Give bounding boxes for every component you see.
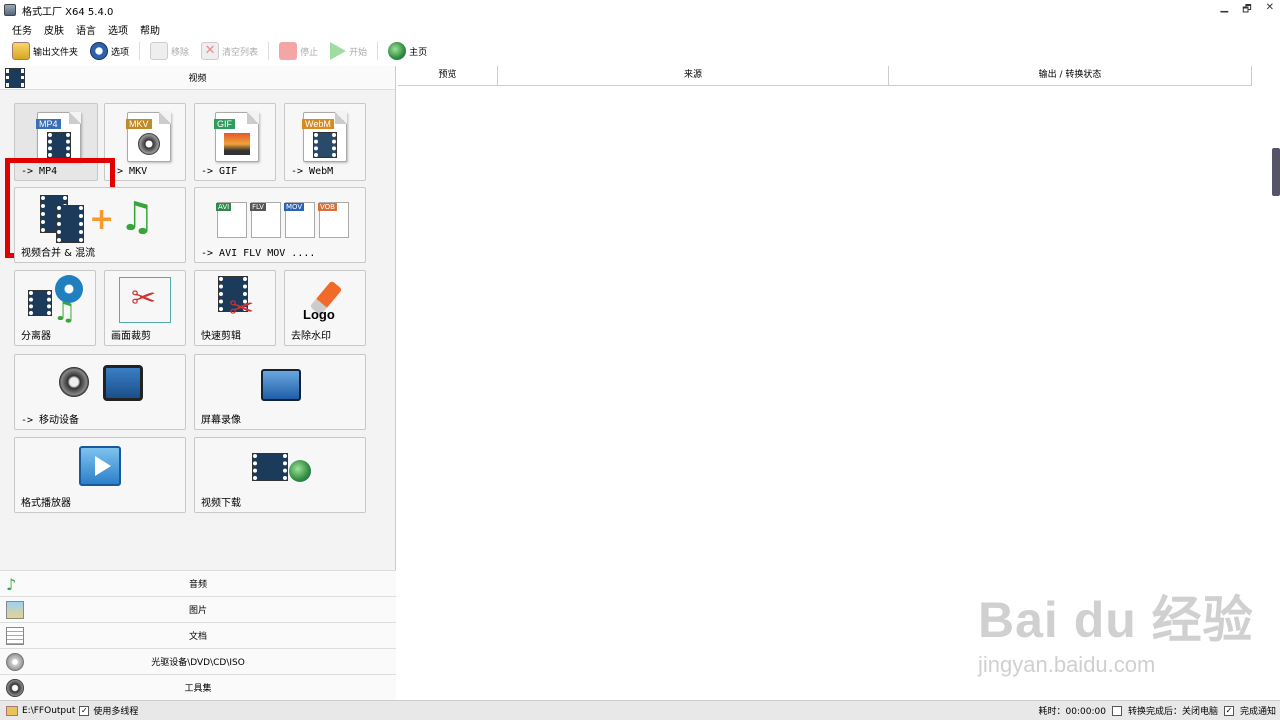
logo-text: Logo <box>303 307 335 322</box>
tile-gif[interactable]: GIF -> GIF <box>194 103 276 181</box>
toolbar: 输出文件夹 选项 移除 ✕ 清空列表 停止 开始 主页 <box>0 38 1280 64</box>
home-button[interactable]: 主页 <box>384 40 431 62</box>
scrollbar-handle[interactable] <box>1272 148 1280 196</box>
options-button[interactable]: 选项 <box>86 40 133 62</box>
notify-checkbox[interactable]: ✓ <box>1223 705 1234 716</box>
scissors-icon: ✂ <box>229 291 255 326</box>
webm-file-icon: WebM <box>302 112 347 162</box>
tile-merge[interactable]: + ♫ 视频合并 & 混流 <box>14 187 186 263</box>
column-preview[interactable]: 预览 <box>398 66 498 85</box>
menu-options[interactable]: 选项 <box>108 22 128 37</box>
avi-file-icon: AVI <box>216 202 247 238</box>
remove-button[interactable]: 移除 <box>146 40 193 62</box>
music-note-icon: ♫ <box>119 194 155 240</box>
baidu-jingyan-watermark: Bai du 经验 jingyan.baidu.com <box>978 592 1254 677</box>
remove-icon <box>150 42 169 60</box>
flv-file-icon: FLV <box>250 202 281 238</box>
clear-list-button[interactable]: ✕ 清空列表 <box>197 40 262 62</box>
tile-splitter[interactable]: ♫ 分离器 <box>14 270 96 346</box>
menu-task[interactable]: 任务 <box>12 22 32 37</box>
image-icon <box>6 601 24 619</box>
sunset-image-icon <box>224 133 250 155</box>
status-bar: E:\FFOutput ✓ 使用多线程 耗时：00:00:00 转换完成后：关闭… <box>0 700 1280 720</box>
multithread-checkbox[interactable]: ✓ <box>79 705 90 716</box>
start-button[interactable]: 开始 <box>326 40 371 62</box>
disc-drive-icon <box>6 653 24 671</box>
gif-file-icon: GIF <box>214 112 259 162</box>
clear-icon: ✕ <box>201 42 220 60</box>
disc-icon <box>138 133 160 155</box>
tile-download[interactable]: 视频下载 <box>194 437 366 513</box>
app-icon <box>4 4 16 16</box>
notify-label: 完成通知 <box>1239 707 1276 717</box>
vob-file-icon: VOB <box>318 202 349 238</box>
column-source[interactable]: 来源 <box>498 66 889 85</box>
speaker-icon <box>59 367 89 397</box>
stop-button[interactable]: 停止 <box>275 40 322 62</box>
output-folder-button[interactable]: 输出文件夹 <box>8 40 82 62</box>
output-path[interactable]: E:\FFOutput <box>22 706 75 716</box>
mov-file-icon: MOV <box>284 202 315 238</box>
column-output-status[interactable]: 输出 / 转换状态 <box>889 66 1252 85</box>
toolbox-icon <box>6 679 24 697</box>
section-document[interactable]: 文档 <box>0 622 396 648</box>
section-audio[interactable]: ♪ 音频 <box>0 570 396 596</box>
film-icon <box>56 205 84 243</box>
menu-help[interactable]: 帮助 <box>140 22 160 37</box>
play-icon <box>330 42 347 60</box>
tile-mobile[interactable]: -> 移动设备 <box>14 354 186 430</box>
options-icon <box>90 42 109 60</box>
task-list-panel: 预览 来源 输出 / 转换状态 Bai du 经验 jingyan.baidu.… <box>398 66 1280 700</box>
plus-icon: + <box>89 202 115 237</box>
music-note-icon: ♫ <box>53 297 77 327</box>
function-panel: 视频 MP4 -> MP4 MKV -> MKV GIF -> GIF WebM <box>0 66 396 700</box>
globe-icon <box>289 460 311 482</box>
tile-crop[interactable]: ✂ 画面裁剪 <box>104 270 186 346</box>
title-bar: 格式工厂 X64 5.4.0 ▁ 🗗 ✕ <box>0 0 1280 20</box>
tile-player[interactable]: 格式播放器 <box>14 437 186 513</box>
elapsed-time: 耗时：00:00:00 <box>1038 707 1106 717</box>
film-icon <box>28 290 52 316</box>
phone-icon <box>103 365 143 401</box>
document-icon <box>6 627 24 645</box>
close-button[interactable]: ✕ <box>1266 2 1274 19</box>
tile-quickcut[interactable]: ✂ 快速剪辑 <box>194 270 276 346</box>
minimize-button[interactable]: ▁ <box>1221 2 1229 19</box>
globe-icon <box>388 42 407 60</box>
maximize-button[interactable]: 🗗 <box>1242 2 1251 19</box>
window-title: 格式工厂 X64 5.4.0 <box>22 6 114 18</box>
menu-bar: 任务 皮肤 语言 选项 帮助 <box>0 20 1280 38</box>
menu-language[interactable]: 语言 <box>76 22 96 37</box>
menu-skin[interactable]: 皮肤 <box>44 22 64 37</box>
tile-avi-flv-mov[interactable]: AVI FLV MOV VOB -> AVI FLV MOV .... <box>194 187 366 263</box>
after-convert-label[interactable]: 转换完成后：关闭电脑 <box>1128 704 1218 717</box>
scissors-icon: ✂ <box>131 281 157 316</box>
section-toolbox[interactable]: 工具集 <box>0 674 396 700</box>
after-convert-checkbox[interactable] <box>1111 705 1122 716</box>
tile-screen-record[interactable]: 屏幕录像 <box>194 354 366 430</box>
task-table-header: 预览 来源 输出 / 转换状态 <box>398 66 1252 86</box>
film-icon <box>252 453 288 481</box>
screen-record-icon <box>261 369 301 401</box>
tile-mkv[interactable]: MKV -> MKV <box>104 103 186 181</box>
mkv-file-icon: MKV <box>126 112 171 162</box>
play-icon <box>95 456 111 476</box>
music-note-icon: ♪ <box>6 575 17 594</box>
section-image[interactable]: 图片 <box>0 596 396 622</box>
tile-webm[interactable]: WebM -> WebM <box>284 103 366 181</box>
section-video[interactable]: 视频 <box>0 66 395 90</box>
multithread-label: 使用多线程 <box>93 707 139 717</box>
folder-icon <box>12 42 30 60</box>
folder-icon <box>6 705 18 716</box>
tile-watermark[interactable]: Logo 去除水印 <box>284 270 366 346</box>
stop-icon <box>279 42 298 60</box>
section-optical-disc[interactable]: 光驱设备\DVD\CD\ISO <box>0 648 396 674</box>
mp4-file-icon: MP4 <box>36 112 81 162</box>
film-icon <box>5 68 25 88</box>
